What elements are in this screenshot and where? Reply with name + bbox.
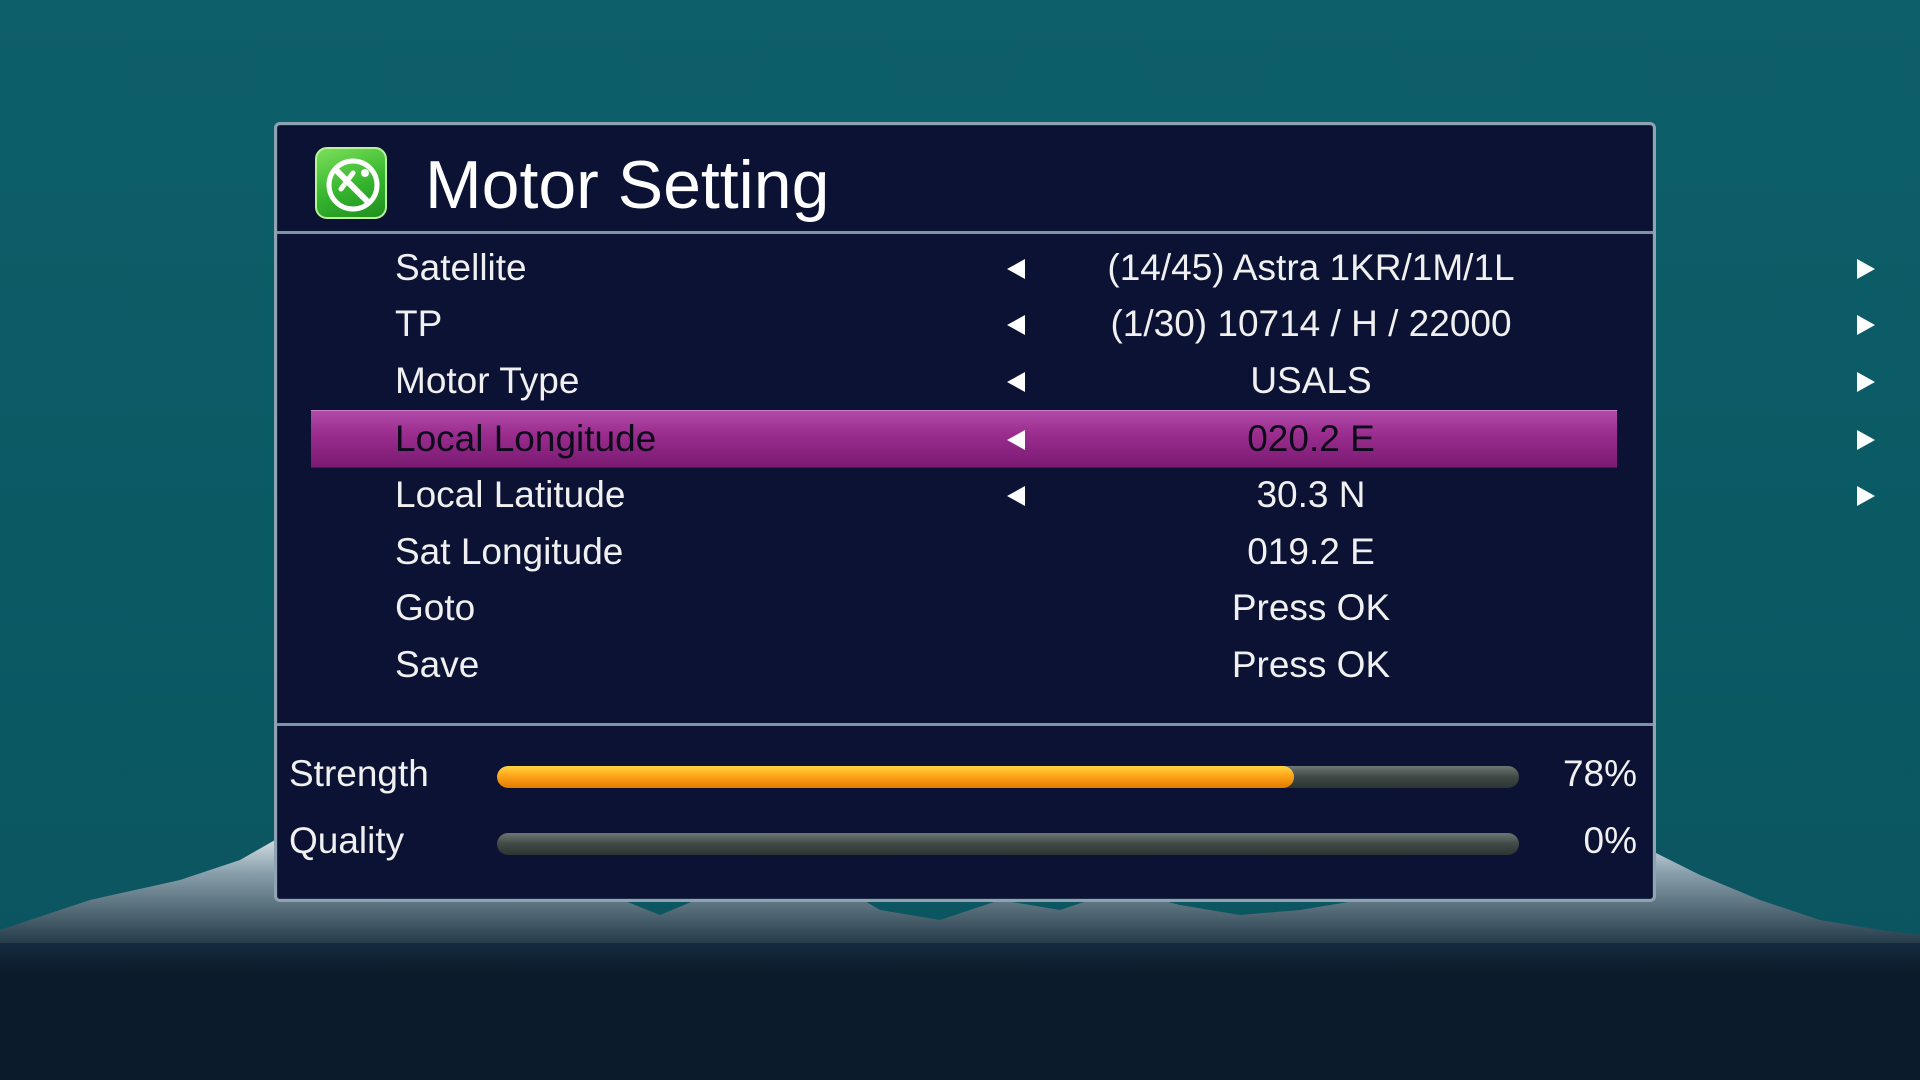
left-arrow-icon[interactable]: [1007, 315, 1025, 335]
left-arrow-icon[interactable]: [1007, 372, 1025, 392]
left-arrow-icon[interactable]: [1007, 430, 1025, 450]
setting-label: TP: [395, 303, 443, 344]
right-arrow-icon[interactable]: [1857, 486, 1875, 506]
setting-row-goto[interactable]: Goto Press OK: [311, 580, 1617, 636]
strength-bar: [497, 766, 1519, 788]
quality-label: Quality: [289, 820, 405, 861]
setting-row-sat-longitude[interactable]: Sat Longitude 019.2 E: [311, 524, 1617, 580]
left-arrow-icon[interactable]: [1007, 259, 1025, 279]
setting-label: Sat Longitude: [395, 531, 624, 572]
strength-bar-fill: [497, 766, 1295, 788]
page-title: Motor Setting: [425, 147, 830, 223]
setting-row-local-latitude[interactable]: Local Latitude 30.3 N: [311, 467, 1875, 523]
setting-value: 019.2 E: [1247, 531, 1375, 572]
left-arrow-icon[interactable]: [1007, 486, 1025, 506]
setting-value: 30.3 N: [1256, 474, 1366, 515]
right-arrow-icon[interactable]: [1857, 372, 1875, 392]
motor-setting-panel: Motor Setting Satellite (14/45) Astra 1K…: [274, 122, 1875, 902]
right-arrow-icon[interactable]: [1857, 259, 1875, 279]
setting-row-local-longitude[interactable]: Local Longitude 020.2 E: [311, 410, 1875, 468]
panel-header: Motor Setting: [277, 125, 1653, 234]
setting-row-satellite[interactable]: Satellite (14/45) Astra 1KR/1M/1L: [311, 240, 1875, 296]
strength-label: Strength: [289, 753, 429, 794]
footer-bar: [0, 943, 1920, 1080]
setting-row-motor-type[interactable]: Motor Type USALS: [311, 353, 1875, 409]
setting-label: Satellite: [395, 247, 527, 288]
quality-bar: [497, 833, 1519, 855]
right-arrow-icon[interactable]: [1857, 430, 1875, 450]
right-arrow-icon[interactable]: [1857, 315, 1875, 335]
setting-value: Press OK: [1231, 644, 1391, 685]
panel-divider: [277, 723, 1653, 726]
satellite-dish-icon: [315, 147, 387, 219]
setting-row-save[interactable]: Save Press OK: [311, 637, 1617, 693]
setting-label: Motor Type: [395, 360, 580, 401]
strength-percent: 78%: [1562, 753, 1637, 794]
setting-value: USALS: [1250, 360, 1372, 401]
setting-value: Press OK: [1231, 587, 1391, 628]
quality-percent: 0%: [1583, 820, 1637, 861]
setting-value: (1/30) 10714 / H / 22000: [1110, 303, 1512, 344]
setting-row-tp[interactable]: TP (1/30) 10714 / H / 22000: [311, 296, 1875, 352]
setting-label: Goto: [395, 587, 476, 628]
setting-value: 020.2 E: [1247, 418, 1375, 459]
setting-label: Local Longitude: [395, 418, 657, 459]
setting-label: Save: [395, 644, 480, 685]
setting-value: (14/45) Astra 1KR/1M/1L: [1107, 247, 1515, 288]
setting-label: Local Latitude: [395, 474, 626, 515]
